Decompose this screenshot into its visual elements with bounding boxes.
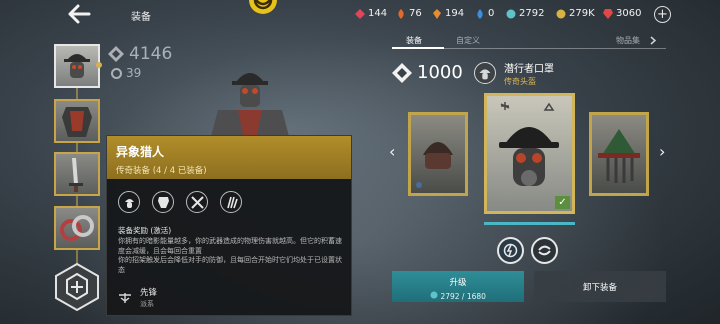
level-icon <box>111 67 122 79</box>
chakram-icon <box>60 215 94 241</box>
item-card-right[interactable] <box>589 112 649 196</box>
armor-icon <box>62 107 92 137</box>
flame-icon <box>398 8 404 19</box>
resource-red-gem[interactable]: 144 <box>355 8 387 19</box>
resource-blue-drop[interactable]: 0 <box>475 8 494 19</box>
item-rarity: 传奇头盔 <box>504 77 536 86</box>
add-currency-button[interactable]: + <box>654 6 671 23</box>
slot-armor[interactable] <box>54 99 100 143</box>
set-bonus-description: 你拥有的暗影能量越多，你的武器造成的物理伤害就越高。但它的积蓄速度会减缓，且会每… <box>118 237 348 275</box>
page-title: 装备 <box>131 12 151 23</box>
character-stats: 4146 39 <box>108 44 172 80</box>
drop-icon <box>477 8 483 19</box>
resource-red-ruby[interactable]: 3060 <box>603 8 641 19</box>
bonus-line-2: 你的招架触发后会降低对手的防御，且每回合开始时它们均处于已设置状态 <box>118 256 342 274</box>
red-gem-icon <box>355 8 365 19</box>
item-power-value: 1000 <box>417 62 463 83</box>
set-bonus-tooltip: 异象猎人 传奇装备 (4 / 4 已装备) 装备奖励 (激活) 你拥有的暗影能量… <box>106 135 352 316</box>
emblem-icon <box>249 0 277 14</box>
resource-gold-coin[interactable]: 279K <box>556 8 595 19</box>
resource-cyan-coin[interactable]: 2792 <box>506 8 544 19</box>
cyan-coin-icon <box>506 9 516 18</box>
character-power: 4146 <box>129 44 173 64</box>
hat-icon <box>598 129 640 183</box>
cyan-coin-icon <box>430 291 438 299</box>
tab-item-sets[interactable]: 物品集 <box>616 35 640 46</box>
resource-value: 76 <box>409 8 422 19</box>
back-arrow-icon[interactable] <box>66 3 92 25</box>
resource-orange-flame[interactable]: 76 <box>396 8 422 19</box>
slot-ranged[interactable] <box>54 206 100 250</box>
upgrade-button[interactable]: 升级 2792 / 1680 <box>392 271 524 302</box>
resource-value: 2792 <box>519 8 545 19</box>
helmet-icon <box>64 54 90 78</box>
set-name: 异象猎人 <box>116 145 165 159</box>
upgrade-cost: 2792 / 1680 <box>392 291 524 301</box>
ruby-icon <box>603 8 613 19</box>
item-card-left[interactable] <box>408 112 468 196</box>
faction-kind: 派系 <box>140 300 154 308</box>
upgrade-cost-value: 2792 / 1680 <box>440 292 486 301</box>
enchant-ability-button[interactable] <box>497 237 524 264</box>
selected-card-indicator <box>484 222 575 225</box>
tab-equipment[interactable]: 装备 <box>406 35 422 46</box>
set-bonus-heading: 装备奖励 (激活) <box>118 226 172 235</box>
slot-weapon[interactable] <box>54 152 100 196</box>
equipment-tabs: 装备 自定义 物品集 <box>392 33 666 49</box>
crystal-icon <box>433 8 441 19</box>
resource-orange-crystal[interactable]: 194 <box>432 8 464 19</box>
slot-helmet[interactable] <box>54 44 102 88</box>
top-bar: 装备 144 76 194 0 2792 279K 3060 + <box>0 0 720 30</box>
equipped-check-icon: ✓ <box>555 196 570 209</box>
armor-icon <box>152 191 174 213</box>
resource-value: 144 <box>368 8 388 19</box>
faction-icon <box>119 292 131 303</box>
magic-slot-hex-icon[interactable] <box>54 262 100 312</box>
power-icon <box>108 46 124 62</box>
resource-value: 279K <box>569 8 595 19</box>
lightning-swirl-icon <box>503 243 518 258</box>
power-icon <box>392 62 412 83</box>
set-piece-icons <box>118 191 242 213</box>
slot-indicator <box>96 62 102 68</box>
faction-name: 先锋 <box>140 288 158 298</box>
item-name: 潜行者口罩 <box>504 64 554 75</box>
chevron-right-icon[interactable] <box>650 36 657 45</box>
set-progress: 传奇装备 (4 / 4 已装备) <box>116 166 207 176</box>
faction-info: 先锋 派系 <box>118 286 157 309</box>
resource-value: 0 <box>488 8 495 19</box>
helmet-gasmask-icon <box>499 102 559 186</box>
next-item-arrow[interactable]: › <box>659 142 665 161</box>
resource-value: 3060 <box>616 8 642 19</box>
character-model <box>210 73 290 140</box>
item-card-selected[interactable]: ✓ <box>484 93 575 214</box>
item-power: 1000 <box>392 62 463 83</box>
helmet-icon <box>416 142 453 188</box>
helmet-icon <box>118 191 140 213</box>
sword-icon <box>69 158 83 192</box>
upgrade-label: 升级 <box>449 278 467 288</box>
tab-customize[interactable]: 自定义 <box>456 35 480 46</box>
previous-item-arrow[interactable]: ‹ <box>389 142 395 161</box>
claws-icon <box>220 191 242 213</box>
crossed-swords-icon <box>186 191 208 213</box>
bonus-line-1: 你拥有的暗影能量越多，你的武器造成的物理伤害就越高。但它的积蓄速度会减缓，且会每… <box>118 237 342 255</box>
item-type-icon <box>474 62 496 84</box>
swap-ability-button[interactable] <box>531 237 558 264</box>
tooltip-header: 异象猎人 传奇装备 (4 / 4 已装备) <box>107 136 351 179</box>
character-level: 39 <box>126 66 142 80</box>
active-tab-indicator <box>392 47 444 49</box>
unequip-button[interactable]: 卸下装备 <box>534 271 666 302</box>
resource-value: 194 <box>445 8 465 19</box>
gold-coin-icon <box>556 9 566 18</box>
swirl-icon <box>538 245 551 256</box>
